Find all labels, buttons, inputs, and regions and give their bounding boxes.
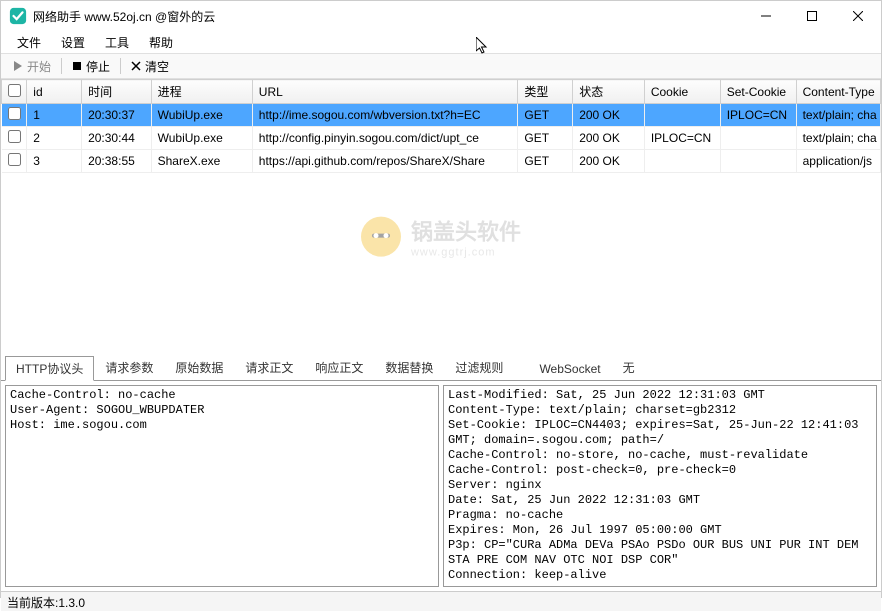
cell-cookie: IPLOC=CN (644, 127, 720, 150)
request-grid[interactable]: id 时间 进程 URL 类型 状态 Cookie Set-Cookie Con… (1, 79, 881, 173)
col-process[interactable]: 进程 (151, 80, 252, 104)
toolbar: 开始 停止 清空 (1, 53, 881, 79)
close-button[interactable] (835, 1, 881, 31)
cell-id: 2 (27, 127, 82, 150)
table-row[interactable]: 120:30:37WubiUp.exehttp://ime.sogou.com/… (2, 104, 881, 127)
col-contenttype[interactable]: Content-Type (796, 80, 880, 104)
row-checkbox[interactable] (8, 107, 21, 120)
app-icon (9, 7, 27, 25)
window-title: 网络助手 www.52oj.cn @窗外的云 (33, 8, 743, 25)
menubar: 文件 设置 工具 帮助 (1, 31, 881, 53)
col-id[interactable]: id (27, 80, 82, 104)
col-type[interactable]: 类型 (518, 80, 573, 104)
cell-process: ShareX.exe (151, 150, 252, 173)
clear-icon (131, 61, 141, 71)
detail-tabstrip: HTTP协议头 请求参数 原始数据 请求正文 响应正文 数据替换 过滤规则 We… (1, 359, 881, 381)
cell-setcookie: IPLOC=CN (720, 104, 796, 127)
menu-help[interactable]: 帮助 (139, 32, 183, 53)
clear-button[interactable]: 清空 (123, 56, 177, 77)
maximize-button[interactable] (789, 1, 835, 31)
cell-cookie (644, 150, 720, 173)
cell-contenttype: application/js (796, 150, 880, 173)
cell-type: GET (518, 127, 573, 150)
tab-http-headers[interactable]: HTTP协议头 (5, 356, 94, 381)
col-time[interactable]: 时间 (82, 80, 152, 104)
col-url[interactable]: URL (252, 80, 518, 104)
cell-process: WubiUp.exe (151, 104, 252, 127)
minimize-button[interactable] (743, 1, 789, 31)
cell-time: 20:30:37 (82, 104, 152, 127)
toolbar-separator (61, 58, 62, 74)
watermark: 锅盖头软件 www.ggtrj.com (361, 215, 521, 259)
response-headers-panel[interactable]: Last-Modified: Sat, 25 Jun 2022 12:31:03… (443, 385, 877, 587)
clear-label: 清空 (145, 58, 169, 75)
start-label: 开始 (27, 58, 51, 75)
request-headers-panel[interactable]: Cache-Control: no-cache User-Agent: SOGO… (5, 385, 439, 587)
cell-process: WubiUp.exe (151, 127, 252, 150)
cell-id: 3 (27, 150, 82, 173)
watermark-icon (361, 217, 401, 257)
menu-settings[interactable]: 设置 (51, 32, 95, 53)
stop-label: 停止 (86, 58, 110, 75)
row-checkbox[interactable] (8, 130, 21, 143)
row-checkbox[interactable] (8, 153, 21, 166)
cell-contenttype: text/plain; cha (796, 127, 880, 150)
statusbar: 当前版本:1.3.0 (1, 591, 881, 611)
cell-cookie (644, 104, 720, 127)
version-label: 当前版本:1.3.0 (7, 596, 85, 610)
cell-status: 200 OK (573, 127, 645, 150)
cell-id: 1 (27, 104, 82, 127)
toolbar-separator (120, 58, 121, 74)
col-setcookie[interactable]: Set-Cookie (720, 80, 796, 104)
request-grid-area: id 时间 进程 URL 类型 状态 Cookie Set-Cookie Con… (1, 79, 881, 359)
tab-websocket[interactable]: WebSocket (528, 358, 611, 380)
cell-setcookie (720, 150, 796, 173)
table-row[interactable]: 320:38:55ShareX.exehttps://api.github.co… (2, 150, 881, 173)
col-check[interactable] (2, 80, 27, 104)
cell-contenttype: text/plain; cha (796, 104, 880, 127)
play-icon (13, 61, 23, 71)
detail-area: Cache-Control: no-cache User-Agent: SOGO… (1, 381, 881, 591)
watermark-url: www.ggtrj.com (411, 247, 521, 259)
cell-status: 200 OK (573, 104, 645, 127)
col-status[interactable]: 状态 (573, 80, 645, 104)
grid-header-row: id 时间 进程 URL 类型 状态 Cookie Set-Cookie Con… (2, 80, 881, 104)
menu-tools[interactable]: 工具 (95, 32, 139, 53)
cell-url: https://api.github.com/repos/ShareX/Shar… (252, 150, 518, 173)
cell-url: http://config.pinyin.sogou.com/dict/upt_… (252, 127, 518, 150)
cell-setcookie (720, 127, 796, 150)
cell-time: 20:30:44 (82, 127, 152, 150)
check-all[interactable] (8, 84, 21, 97)
stop-button[interactable]: 停止 (64, 56, 118, 77)
col-cookie[interactable]: Cookie (644, 80, 720, 104)
stop-icon (72, 61, 82, 71)
watermark-title: 锅盖头软件 (411, 215, 521, 247)
cell-url: http://ime.sogou.com/wbversion.txt?h=EC (252, 104, 518, 127)
cell-type: GET (518, 104, 573, 127)
menu-file[interactable]: 文件 (7, 32, 51, 53)
start-button[interactable]: 开始 (5, 56, 59, 77)
cell-time: 20:38:55 (82, 150, 152, 173)
cell-status: 200 OK (573, 150, 645, 173)
cell-type: GET (518, 150, 573, 173)
table-row[interactable]: 220:30:44WubiUp.exehttp://config.pinyin.… (2, 127, 881, 150)
